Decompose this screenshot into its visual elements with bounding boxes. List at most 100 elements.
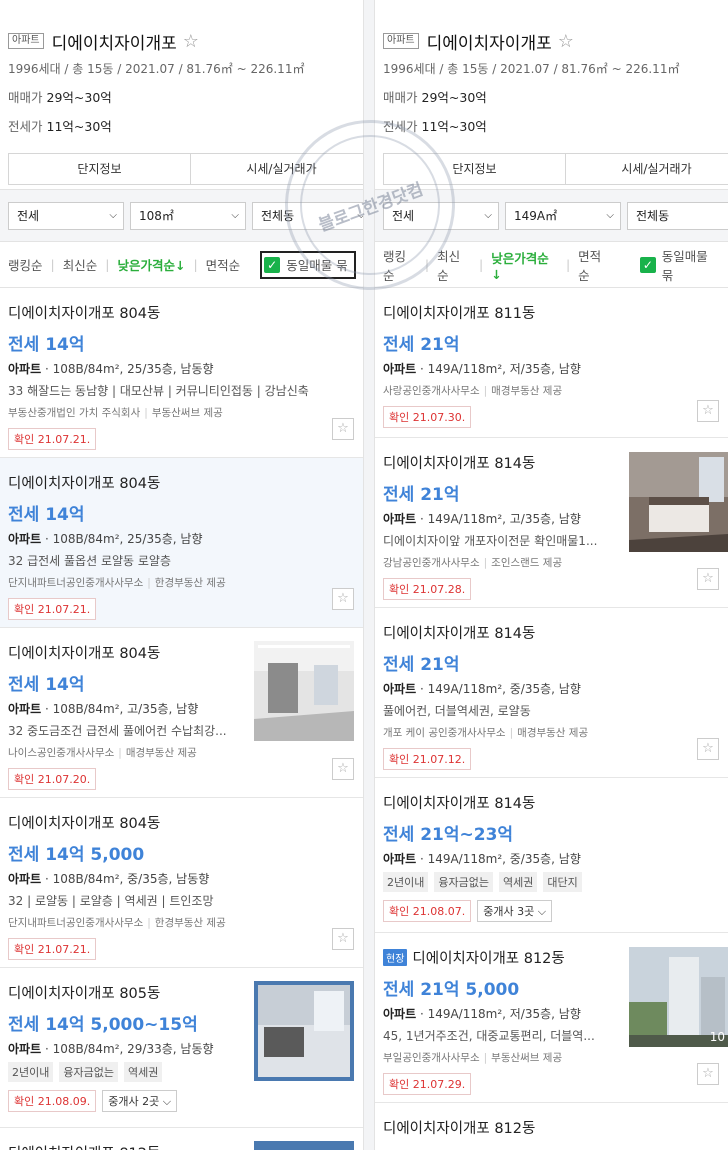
listing-title: 디에이치자이개포 804동	[8, 306, 161, 322]
type-badge: 아파트	[383, 33, 419, 49]
listing-item[interactable]: 디에이치자이개포 804동 전세 14억 5,000 아파트 · 108B/84…	[0, 798, 363, 968]
favorite-star-icon[interactable]: ☆	[332, 418, 354, 440]
sort-latest[interactable]: 최신순	[63, 255, 98, 274]
listing-item[interactable]: 디에이치자이개포 804동 전세 14억 아파트 · 108B/84m², 고/…	[0, 628, 363, 798]
sort-area[interactable]: 면적순	[206, 255, 241, 274]
favorite-star-icon[interactable]: ☆	[332, 928, 354, 950]
complex-header: 아파트 디에이치자이개포 ☆ 1996세대 / 총 15동 / 2021.07 …	[375, 0, 728, 190]
listing-agent: 강남공인중개사사무소 | 조인스랜드 제공	[383, 557, 563, 569]
trade-type-select[interactable]: 전세 ⌵	[383, 201, 499, 230]
sort-bar: 랭킹순 | 최신순 | 낮은가격순↓ | 면적순 ✓ 동일매물 묶	[375, 242, 728, 288]
favorite-star-icon[interactable]: ☆	[332, 758, 354, 780]
favorite-star-icon[interactable]: ☆	[697, 738, 719, 760]
listing-item[interactable]: 디에이치자이개포 812동	[0, 1128, 363, 1150]
complex-header: 아파트 디에이치자이개포 ☆ 1996세대 / 총 15동 / 2021.07 …	[0, 0, 363, 190]
confirm-date-badge: 확인 21.07.21.	[8, 938, 97, 960]
building-select[interactable]: 전체동⌵	[252, 201, 363, 230]
agents-dropdown-button[interactable]: 중개사 3곳 ⌵	[477, 900, 553, 922]
tag: 융자금없는	[434, 872, 493, 892]
listing-photo[interactable]	[629, 452, 728, 552]
complex-tabs: 단지정보 시세/실거래가	[8, 153, 363, 185]
complex-meta: 1996세대 / 총 15동 / 2021.07 / 81.76㎡ ~ 226.…	[8, 62, 305, 76]
sort-latest[interactable]: 최신순	[437, 246, 471, 284]
building-select[interactable]: 전체동⌵	[627, 201, 728, 230]
same-listing-toggle[interactable]: ✓ 동일매물 묶	[638, 249, 728, 283]
listing-tags: 2년이내 융자금없는 역세권 대단지	[383, 872, 721, 892]
listing-photo[interactable]	[254, 641, 354, 741]
confirm-date-badge: 확인 21.07.21.	[8, 598, 97, 620]
listing-price: 전세 14억	[8, 335, 85, 355]
sort-bar: 랭킹순 | 최신순 | 낮은가격순↓ | 면적순 ✓ 동일매물 묶	[0, 242, 363, 288]
tab-complex-info[interactable]: 단지정보	[384, 154, 566, 184]
sale-price-line: 매매가 29억~30억	[8, 90, 112, 105]
tag: 대단지	[543, 872, 582, 892]
favorite-star-icon[interactable]: ☆	[332, 588, 354, 610]
sale-price-line: 매매가 29억~30억	[383, 90, 487, 105]
listing-desc: 32 | 로얄동 | 로얄층 | 역세권 | 트인조망	[8, 894, 214, 908]
listing-price: 전세 14억 5,000	[8, 845, 145, 865]
sort-ranking[interactable]: 랭킹순	[383, 246, 417, 284]
jeonse-price-line: 전세가 11억~30억	[8, 119, 112, 134]
star-outline-icon[interactable]: ☆	[558, 31, 574, 52]
listing-item[interactable]: 디에이치자이개포 812동	[375, 1103, 728, 1150]
listing-item[interactable]: 현장 디에이치자이개포 812동 전세 21억 5,000 아파트 · 149A/…	[375, 933, 728, 1103]
column-divider	[364, 0, 374, 1150]
chevron-down-icon: ⌵	[231, 210, 239, 221]
listing-item[interactable]: 디에이치자이개포 814동 전세 21억 아파트 · 149A/118m², 고…	[375, 438, 728, 608]
listing-price: 전세 21억~23억	[383, 825, 514, 845]
agents-dropdown-button[interactable]: 중개사 2곳 ⌵	[102, 1090, 178, 1112]
tag: 역세권	[498, 872, 538, 892]
listing-item[interactable]: 디에이치자이개포 811동 전세 21억 아파트 · 149A/118m², 저…	[375, 288, 728, 438]
favorite-star-icon[interactable]: ☆	[697, 400, 719, 422]
listing-item[interactable]: 디에이치자이개포 804동 전세 14억 아파트 · 108B/84m², 25…	[0, 288, 363, 458]
listing-agent: 나이스공인중개사사무소 | 매경부동산 제공	[8, 747, 197, 759]
listing-spec: 아파트 · 108B/84m², 25/35층, 남동향	[8, 362, 214, 376]
filter-bar: 전세⌵ 149A㎡⌵ 전체동⌵	[375, 190, 728, 242]
tag: 2년이내	[383, 872, 429, 892]
listing-agent: 개포 케이 공인중개사사무소 | 매경부동산 제공	[383, 727, 589, 739]
tag: 역세권	[123, 1062, 163, 1082]
area-select[interactable]: 108㎡ ⌵	[130, 201, 246, 230]
confirm-date-badge: 확인 21.07.30.	[383, 406, 472, 428]
sort-low-price[interactable]: 낮은가격순↓	[117, 255, 185, 274]
chevron-down-icon: ⌵	[109, 210, 117, 221]
chevron-down-icon: ⌵	[537, 905, 547, 918]
listing-title: 디에이치자이개포 812동	[383, 1121, 536, 1137]
listing-price: 전세 21억	[383, 335, 460, 355]
confirm-date-badge: 확인 21.07.28.	[383, 578, 472, 600]
tag: 2년이내	[8, 1062, 54, 1082]
star-outline-icon[interactable]: ☆	[183, 31, 199, 52]
photo-count: 10	[709, 1030, 725, 1044]
listing-photo[interactable]: 10	[629, 947, 728, 1047]
tab-price-history[interactable]: 시세/실거래가	[566, 154, 728, 184]
listing-item[interactable]: 디에이치자이개포 805동 전세 14억 5,000~15억 아파트 · 108…	[0, 968, 363, 1128]
listing-agent: 단지내파트너공인중개사사무소 | 한경부동산 제공	[8, 917, 226, 929]
sort-low-price[interactable]: 낮은가격순↓	[491, 248, 558, 282]
listing-spec: 아파트 · 149A/118m², 저/35층, 남향	[383, 1007, 581, 1021]
listing-agent: 사랑공인중개사사무소 | 매경부동산 제공	[383, 385, 563, 397]
right-panel: 아파트 디에이치자이개포 ☆ 1996세대 / 총 15동 / 2021.07 …	[374, 0, 728, 1150]
listing-spec: 아파트 · 149A/118m², 고/35층, 남향	[383, 512, 581, 526]
area-select[interactable]: 149A㎡ ⌵	[505, 201, 621, 230]
favorite-star-icon[interactable]: ☆	[697, 1063, 719, 1085]
listing-photo[interactable]	[254, 981, 354, 1081]
chevron-down-icon: ⌵	[484, 210, 492, 221]
checkbox-checked-icon[interactable]: ✓	[640, 256, 656, 273]
favorite-star-icon[interactable]: ☆	[697, 568, 719, 590]
checkbox-checked-icon[interactable]: ✓	[264, 256, 281, 273]
sort-ranking[interactable]: 랭킹순	[8, 255, 43, 274]
listing-desc: 33 해잘드는 동남향 | 대모산뷰 | 커뮤니티인접동 | 강남신축	[8, 384, 309, 398]
listing-price: 전세 21억	[383, 655, 460, 675]
listing-desc: 32 급전세 풀옵션 로얄동 로얄층	[8, 554, 172, 568]
listing-item[interactable]: 디에이치자이개포 814동 전세 21억~23억 아파트 · 149A/118m…	[375, 778, 728, 933]
sort-area[interactable]: 면적순	[578, 246, 612, 284]
complex-name: 디에이치자이개포	[426, 33, 552, 54]
same-listing-toggle[interactable]: ✓ 동일매물 묶	[260, 250, 356, 279]
trade-type-select[interactable]: 전세 ⌵	[8, 201, 124, 230]
listing-photo[interactable]	[254, 1141, 354, 1150]
listing-item[interactable]: 디에이치자이개포 804동 전세 14억 아파트 · 108B/84m², 25…	[0, 458, 363, 628]
listing-item[interactable]: 디에이치자이개포 814동 전세 21억 아파트 · 149A/118m², 중…	[375, 608, 728, 778]
listing-title: 디에이치자이개포 804동	[8, 476, 161, 492]
tab-price-history[interactable]: 시세/실거래가	[191, 154, 363, 184]
tab-complex-info[interactable]: 단지정보	[9, 154, 191, 184]
